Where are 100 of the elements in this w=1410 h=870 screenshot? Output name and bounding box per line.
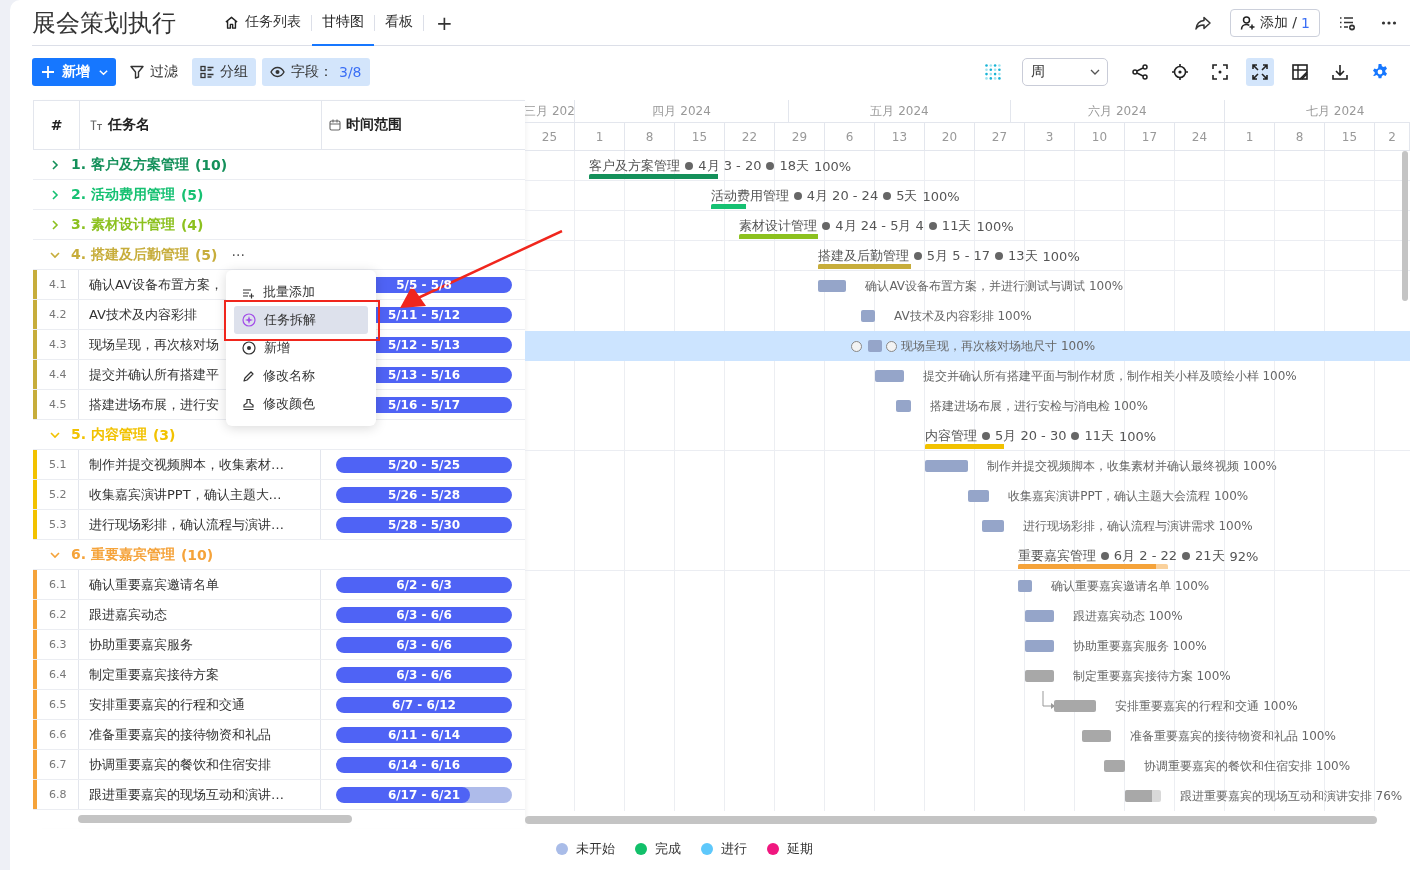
task-label: 安排重要嘉宾的行程和交通 100% (1115, 698, 1298, 715)
gantt-row[interactable]: 安排重要嘉宾的行程和交通 100% (525, 691, 1410, 721)
gantt-row[interactable]: 确认重要嘉宾邀请名单 100% (525, 571, 1410, 601)
dot-icon (822, 222, 831, 230)
duration: 11天 (941, 217, 972, 235)
add-user-icon (1239, 14, 1256, 31)
dotted-grid-icon[interactable] (984, 63, 1002, 81)
date-range-pill[interactable]: 6/11 - 6/14 (336, 726, 512, 743)
view-tab[interactable]: 任务列表 (214, 0, 311, 46)
date-range-pill[interactable]: 6/3 - 6/6 (336, 606, 512, 623)
row-number: 4.5 (33, 390, 78, 419)
more-button[interactable]: ··· (227, 246, 249, 263)
date-range: 5/20 - 5/25 (387, 457, 461, 472)
date-range-pill[interactable]: 6/3 - 6/6 (336, 636, 512, 653)
view-tab[interactable]: 看板 (375, 0, 423, 46)
task-bar[interactable] (1103, 760, 1125, 772)
row-number: 6.7 (33, 750, 78, 779)
task-name: 准备重要嘉宾的接待物资和礼品 (78, 720, 320, 749)
new-button[interactable]: 新增 (32, 58, 116, 86)
date-range-pill[interactable]: 6/17 - 6/21 (336, 786, 512, 803)
task-bar[interactable] (967, 490, 990, 502)
date-range-pill[interactable]: 6/7 - 6/12 (336, 696, 512, 713)
gantt-row[interactable]: 协调重要嘉宾的餐饮和住宿安排 100% (525, 751, 1410, 781)
gantt-row[interactable]: 制作并提交视频脚本，收集素材并确认最终视频 100% (525, 451, 1410, 481)
summary-bar[interactable] (710, 204, 747, 209)
time-scale-select[interactable]: 周 (1022, 58, 1108, 86)
task-label: 制作并提交视频脚本，收集素材并确认最终视频 100% (986, 458, 1277, 475)
gantt-row[interactable]: 提交并确认所有搭建平面与制作材质，制作相关小样及喷绘小样 100% (525, 361, 1410, 391)
date-range: 4月 24 - 5月 4 (835, 217, 924, 235)
task-count: (4) (180, 216, 204, 233)
date-range-pill[interactable]: 5/28 - 5/30 (336, 516, 512, 533)
group-title: 1. 客户及方案管理 (71, 155, 189, 174)
date-range-pill[interactable]: 6/2 - 6/3 (336, 576, 512, 593)
date-range: 5/26 - 5/28 (387, 487, 461, 502)
dot-icon (1071, 432, 1080, 440)
chevron-right-icon[interactable] (49, 158, 61, 171)
group-title: 6. 重要嘉宾管理 (71, 545, 175, 564)
resize-handle[interactable] (850, 341, 862, 352)
scrollbar[interactable] (1402, 151, 1408, 301)
gantt-row[interactable]: 协助重要嘉宾服务 100% (525, 631, 1410, 661)
month-label: 三月 202 (525, 100, 575, 122)
dot-icon (685, 162, 694, 170)
task-bar[interactable] (1053, 700, 1097, 712)
row-number: 6.3 (33, 630, 78, 659)
gantt-row[interactable]: 搭建进场布展，进行安检与消电检 100% (525, 391, 1410, 421)
scrollbar[interactable] (525, 816, 1377, 824)
duration: 13天 (1008, 247, 1038, 265)
date-range-pill[interactable]: 5/20 - 5/25 (336, 456, 512, 473)
chevron-right-icon[interactable] (49, 218, 61, 231)
task-label: 确认AV设备布置方案，并进行测试与调试 100% (865, 278, 1124, 295)
progress-text: 92% (1229, 548, 1259, 564)
gantt-row[interactable]: 跟进重要嘉宾的现场互动和演讲安排 76% (525, 781, 1410, 811)
date-range-pill[interactable]: 5/26 - 5/28 (336, 486, 512, 503)
row-number: 6.4 (33, 660, 78, 689)
task-label: 跟进重要嘉宾的现场互动和演讲安排 76% (1179, 788, 1403, 805)
gantt-row[interactable]: 准备重要嘉宾的接待物资和礼品 100% (525, 721, 1410, 751)
member-count: 1 (1301, 14, 1310, 31)
gantt-row[interactable]: 收集嘉宾演讲PPT，确认主题大会流程 100% (525, 481, 1410, 511)
date-range-pill[interactable]: 6/14 - 6/16 (336, 756, 512, 773)
add-tab-button[interactable]: + (424, 10, 465, 35)
task-bar[interactable] (860, 310, 875, 322)
filter-button[interactable]: 过滤 (122, 58, 186, 86)
fields-button[interactable]: 字段： 3/8 (262, 58, 370, 86)
menu-item[interactable]: 任务拆解 (234, 306, 368, 334)
task-bar[interactable] (1017, 580, 1033, 592)
gantt-row[interactable]: 进行现场彩排，确认流程与演讲需求 100% (525, 511, 1410, 541)
row-number: 6.1 (33, 570, 78, 599)
column-header: 时间范围 (346, 116, 402, 134)
gantt-row[interactable]: 现场呈现，再次核对场地尺寸 100% (525, 331, 1410, 361)
resize-handle[interactable] (886, 341, 898, 352)
gantt-row[interactable]: 确认AV设备布置方案，并进行测试与调试 100% (525, 271, 1410, 301)
task-bar[interactable] (867, 340, 883, 352)
week-label: 8 (625, 123, 675, 150)
group-label: 活动费用管理 (710, 187, 789, 205)
group-button[interactable]: 分组 (192, 58, 256, 86)
task-label: AV技术及内容彩排 100% (894, 308, 1032, 325)
gantt-row[interactable]: AV技术及内容彩排 100% (525, 301, 1410, 331)
expand-icon[interactable] (1246, 58, 1274, 86)
scrollbar[interactable] (78, 815, 352, 823)
sparkle-icon (242, 313, 256, 327)
month-label: 四月 2024 (575, 100, 790, 122)
summary-bar[interactable] (1017, 564, 1168, 569)
date-range: 5月 20 - 30 (995, 427, 1067, 445)
week-label: 29 (775, 123, 825, 150)
date-range: 5/16 - 5/17 (387, 397, 461, 412)
legend-label: 进行 (720, 840, 747, 858)
add-member-button[interactable]: 添加 / 1 (1229, 8, 1320, 37)
task-bar[interactable] (817, 280, 847, 292)
week-label: 20 (925, 123, 975, 150)
task-bar[interactable] (1125, 790, 1161, 802)
gantt-row[interactable]: 跟进嘉宾动态 100% (525, 601, 1410, 631)
task-bar[interactable] (896, 400, 911, 412)
week-label: 6 (825, 123, 875, 150)
gantt-row[interactable]: 制定重要嘉宾接待方案 100% (525, 661, 1410, 691)
filter-icon (130, 65, 144, 79)
duration: 5天 (896, 187, 918, 205)
dot-icon (995, 252, 1003, 260)
group-title: 4. 搭建及后勤管理 (71, 245, 189, 264)
chevron-right-icon[interactable] (49, 188, 61, 201)
date-range-pill[interactable]: 6/3 - 6/6 (336, 666, 512, 683)
